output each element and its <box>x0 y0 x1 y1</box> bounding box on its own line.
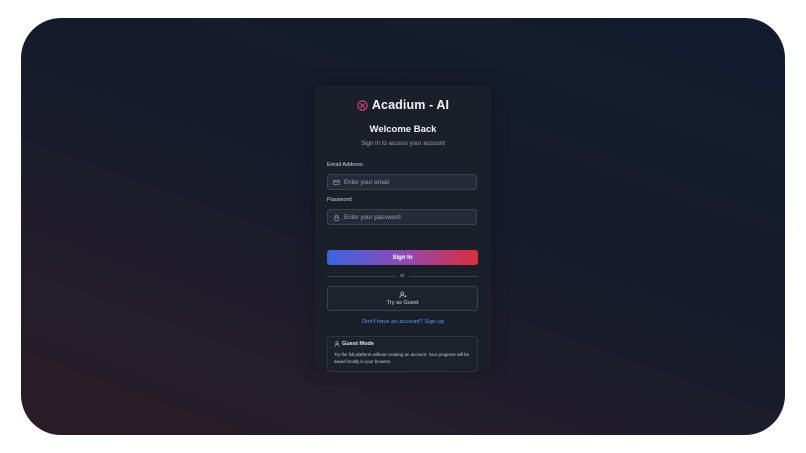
user-icon <box>334 341 340 347</box>
guest-mode-title: Guest Mode <box>342 341 375 347</box>
try-as-guest-button[interactable]: Try as Guest <box>327 286 478 311</box>
sign-up-link[interactable]: Don't have an account? Sign up <box>315 319 491 325</box>
sign-in-button[interactable]: Sign In <box>327 250 478 265</box>
guest-mode-header: Guest Mode <box>334 341 471 347</box>
or-divider: or <box>327 272 479 280</box>
email-field[interactable] <box>344 178 464 186</box>
app-background: Acadium - AI Welcome Back Sign in to acc… <box>21 18 785 435</box>
try-as-guest-label: Try as Guest <box>386 300 419 306</box>
brand-header: Acadium - AI <box>315 98 491 112</box>
lock-icon <box>333 214 340 221</box>
user-plus-icon <box>398 291 406 299</box>
brand-name: Acadium - AI <box>371 98 450 112</box>
password-field-wrapper <box>327 209 477 225</box>
divider-line-left <box>327 275 397 277</box>
mail-icon <box>333 179 340 185</box>
divider-line-right <box>409 275 479 277</box>
email-label: Email Address <box>327 162 363 168</box>
guest-mode-description: Try the full platform without creating a… <box>334 352 470 364</box>
page-title: Welcome Back <box>369 124 437 135</box>
login-card: Acadium - AI Welcome Back Sign in to acc… <box>315 86 491 372</box>
x-circle-icon <box>357 99 368 111</box>
guest-mode-info: Guest Mode Try the full platform without… <box>327 336 478 372</box>
divider-text: or <box>400 273 405 279</box>
password-field[interactable] <box>344 213 464 221</box>
email-field-wrapper <box>327 174 477 190</box>
page-subtitle: Sign in to access your account <box>361 140 445 147</box>
password-label: Password <box>327 197 352 203</box>
